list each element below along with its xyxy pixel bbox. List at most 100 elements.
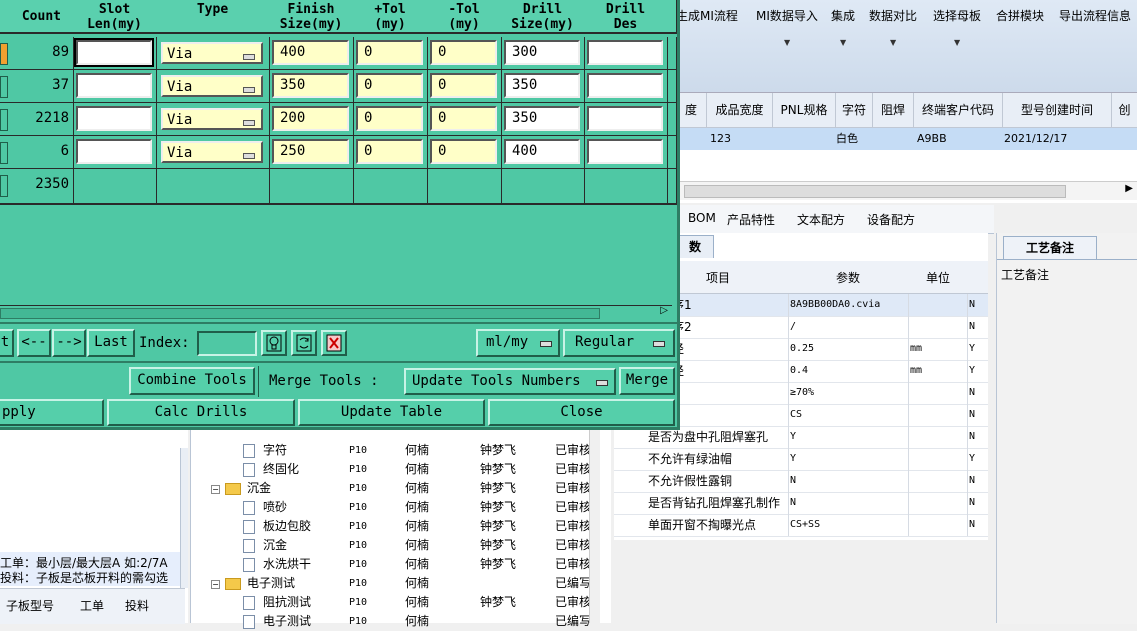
chevron-down-icon[interactable]: ▼ [954,38,960,47]
update-tools-numbers-select[interactable]: Update Tools Numbers [404,368,616,395]
slot-len-input[interactable] [76,73,152,98]
drill-des-input[interactable] [587,139,663,164]
minus-tol-input[interactable]: 0 [430,106,497,131]
toolbar-item-select-master[interactable]: 选择母板 [933,7,981,24]
plus-tol-input[interactable]: 0 [356,40,423,65]
column-header[interactable]: 终端客户代码 [914,93,1003,128]
tree-row[interactable]: − 电子测试 P10 何楠 已编写 [191,574,611,593]
tab-product-features[interactable]: 产品特性 [727,211,775,228]
column-header[interactable]: 成品宽度 [707,93,773,128]
row-selector[interactable] [0,109,8,131]
minus-tol-input[interactable]: 0 [430,73,497,98]
refresh-icon[interactable] [291,330,317,356]
finish-size-input[interactable]: 200 [272,106,349,131]
finish-size-input[interactable]: 400 [272,40,349,65]
vertical-scrollbar[interactable] [589,420,600,623]
header-feed[interactable]: 投料 [125,597,149,614]
chevron-down-icon[interactable]: ▼ [890,38,896,47]
row-selector[interactable] [0,142,8,164]
toolbar-item-integrate[interactable]: 集成 [831,7,855,24]
slot-len-input[interactable] [74,38,154,67]
type-select[interactable]: Via [161,108,263,130]
scroll-thumb[interactable] [0,308,600,319]
collapse-icon[interactable]: − [211,485,220,494]
next-button[interactable]: --> [52,329,86,357]
toolbar-item-merge-module[interactable]: 合拼模块 [996,7,1044,24]
scroll-thumb[interactable] [684,185,1066,198]
slot-len-input[interactable] [76,106,152,131]
plus-tol-input[interactable]: 0 [356,139,423,164]
row-selector[interactable] [0,43,8,65]
tab-text-recipe[interactable]: 文本配方 [797,211,845,228]
type-select[interactable]: Via [161,141,263,163]
header-sub-model[interactable]: 子板型号 [6,597,54,614]
splitter[interactable] [180,448,188,588]
tree-row[interactable]: 阻抗测试 P10 何楠 钟梦飞 已审核 [191,593,611,612]
close-button[interactable]: Close [488,399,675,426]
index-input[interactable] [197,331,257,356]
toolbar-item-mi-import[interactable]: MI数据导入 [756,7,818,24]
drill-size-input[interactable]: 400 [504,139,580,164]
tree-row[interactable]: 电子测试 P10 何楠 已编写 [191,612,611,631]
horizontal-scrollbar[interactable]: ▶ [676,181,1137,200]
collapse-icon[interactable]: − [211,580,220,589]
header-order[interactable]: 工单 [80,597,104,614]
arrow-right-icon[interactable]: ▶ [1125,183,1133,194]
drill-size-input[interactable]: 350 [504,106,580,131]
column-header[interactable]: 阻焊 [873,93,914,128]
combine-tools-button[interactable]: Combine Tools [129,367,255,395]
drill-des-input[interactable] [587,40,663,65]
table-row[interactable]: 123 白色 A9BB 2021/12/17 [676,128,1137,150]
chevron-down-icon[interactable]: ▼ [784,38,790,47]
mode-select[interactable]: Regular [563,329,675,357]
toolbar-item-data-compare[interactable]: 数据对比 [869,7,917,24]
toolbar-item-generate-mi[interactable]: 生成MI流程 [676,7,738,24]
column-header[interactable]: 字符 [836,93,873,128]
plus-tol-input[interactable]: 0 [356,73,423,98]
row-selector[interactable] [0,175,8,197]
first-button[interactable]: t [0,329,14,357]
delete-icon[interactable] [321,330,347,356]
tab-equipment-recipe[interactable]: 设备配方 [867,211,915,228]
param-row[interactable]: 是否背钻孔阻焊塞孔制作 N N [614,492,988,515]
slot-len-input[interactable] [76,139,152,164]
plus-tol-input[interactable]: 0 [356,106,423,131]
tree-row[interactable]: − 沉金 P10 何楠 钟梦飞 已审核 [191,479,611,498]
tree-row[interactable]: 终固化 P10 何楠 钟梦飞 已审核 [191,460,611,479]
column-header[interactable]: 型号创建时间 [1003,93,1112,128]
column-header[interactable]: PNL规格 [773,93,836,128]
drill-des-input[interactable] [587,106,663,131]
type-select[interactable]: Via [161,75,263,97]
update-table-button[interactable]: Update Table [298,399,485,426]
notes-area[interactable]: 工艺备注 [997,259,1137,624]
tab-params[interactable]: 数 [676,235,714,258]
units-select[interactable]: ml/my [476,329,560,357]
tree-row[interactable]: 水洗烘干 P10 何楠 钟梦飞 已审核 [191,555,611,574]
minus-tol-input[interactable]: 0 [430,139,497,164]
tree-row[interactable]: 沉金 P10 何楠 钟梦飞 已审核 [191,536,611,555]
param-row[interactable]: 不允许有绿油帽 Y Y [614,448,988,471]
merge-button[interactable]: Merge [619,367,675,395]
tree-row[interactable]: 字符 P10 何楠 钟梦飞 已审核 [191,441,611,460]
tab-bom[interactable]: BOM [688,211,716,225]
bulb-icon[interactable] [261,330,287,356]
row-selector[interactable] [0,76,8,98]
column-header[interactable]: 度 [676,93,707,128]
last-button[interactable]: Last [87,329,135,357]
prev-button[interactable]: <-- [17,329,51,357]
drill-size-input[interactable]: 350 [504,73,580,98]
tree-row[interactable]: 喷砂 P10 何楠 钟梦飞 已审核 [191,498,611,517]
chevron-down-icon[interactable]: ▼ [840,38,846,47]
finish-size-input[interactable]: 250 [272,139,349,164]
apply-button[interactable]: pply [0,399,104,426]
grid-scrollbar[interactable]: ▷ [0,305,672,320]
toolbar-item-export-flow[interactable]: 导出流程信息 [1059,7,1131,24]
column-header[interactable]: 创 [1112,93,1137,128]
tree-row[interactable]: 板边包胶 P10 何楠 钟梦飞 已审核 [191,517,611,536]
finish-size-input[interactable]: 350 [272,73,349,98]
drill-des-input[interactable] [587,73,663,98]
param-row[interactable]: 单面开窗不掏曝光点 CS+SS N [614,514,988,537]
type-select[interactable]: Via [161,42,263,64]
minus-tol-input[interactable]: 0 [430,40,497,65]
tab-process-notes[interactable]: 工艺备注 [1003,236,1097,259]
